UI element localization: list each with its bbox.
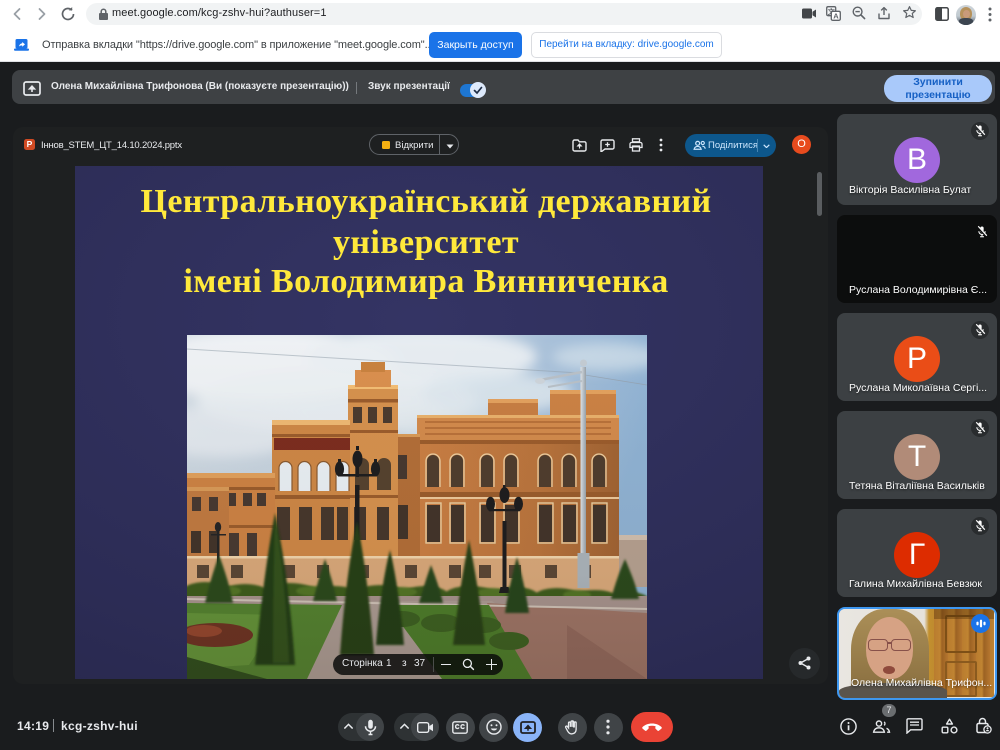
svg-text:A: A xyxy=(833,11,839,20)
